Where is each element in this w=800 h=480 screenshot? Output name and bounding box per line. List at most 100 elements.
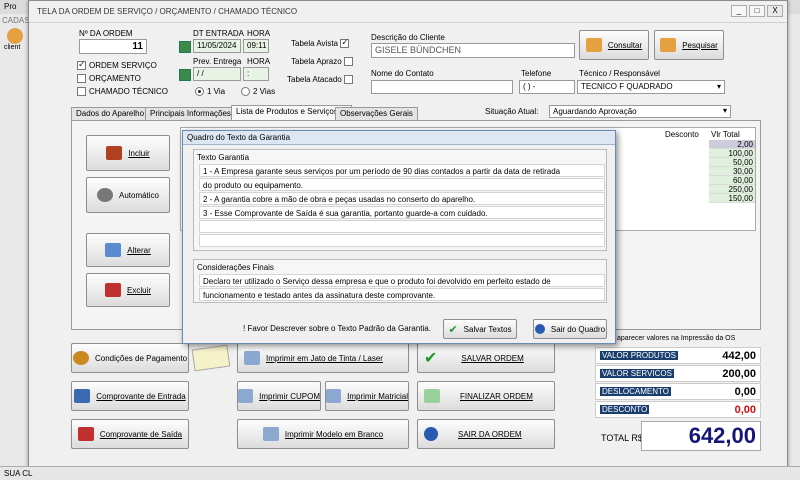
background-client-icon[interactable]: client [4,28,26,54]
save-texts-button[interactable]: ✔ Salvar Textos [443,319,517,339]
search-client-button[interactable]: Pesquisar [654,30,724,60]
via-one-radio[interactable]: 1 Via [195,87,225,97]
table-cell-total: 50,00 [709,158,755,167]
total-row-label: VALOR SERVICOS [600,369,674,378]
calendar-icon[interactable] [179,69,191,81]
tech-label: Técnico / Responsável [579,69,660,78]
save-order-button[interactable]: ✔ SALVAR ORDEM [417,343,555,373]
status-bar-text: SUA CL [4,469,33,478]
total-row-label: VALOR PRODUTOS [600,351,678,360]
table-cash-option[interactable]: Tabela Avista [291,37,352,49]
document-icon [74,389,91,403]
check-icon: ✔ [448,323,458,336]
minimize-button[interactable]: _ [731,5,747,17]
total-row-products: VALOR PRODUTOS 442,00 [595,347,761,364]
order-number-label: Nº DA ORDEM [79,29,133,38]
notepad-icon[interactable] [191,344,231,372]
print-inkjet-button[interactable]: Imprimir em Jato de Tinta / Laser [237,343,409,373]
coins-icon [72,351,89,365]
warranty-line[interactable]: 1 - A Empresa garante seus serviços por … [199,164,605,177]
tab-general-notes[interactable]: Observações Gerais [335,107,418,120]
phone-field[interactable]: ( ) - [519,80,575,94]
close-window-button[interactable]: X [767,5,783,17]
window-title: TELA DA ORDEM DE SERVIÇO / ORÇAMENTO / C… [37,7,298,16]
entry-time-field[interactable]: 09:11 [243,39,269,53]
automatic-button[interactable]: Automático [86,177,170,213]
include-button[interactable]: Incluir [86,135,170,171]
window-title-bar: TELA DA ORDEM DE SERVIÇO / ORÇAMENTO / C… [29,1,787,23]
client-desc-label: Descrição do Cliente [371,33,445,42]
grand-total-value: 642,00 [641,421,761,451]
table-cell-total: 2,00 [709,140,755,149]
prev-date-field[interactable]: / / [193,67,241,81]
prev-time-field[interactable]: : [243,67,269,81]
finish-order-button[interactable]: FINALIZAR ORDEM [417,381,555,411]
warranty-line[interactable] [199,220,605,233]
document-check-icon [424,389,440,403]
table-cell-total: 250,00 [709,185,755,194]
order-type-service[interactable]: ORDEM SERVIÇO [77,59,157,71]
total-row-value: 0,00 [734,386,756,398]
entry-receipt-button[interactable]: Comprovante de Entrada [71,381,189,411]
background-menu[interactable]: CADAS [2,16,30,25]
phone-label: Telefone [521,69,552,78]
delete-button[interactable]: Excluir [86,273,170,307]
card-delete-icon [104,283,121,297]
order-number-field[interactable]: 11 [79,39,147,54]
chevron-down-icon: ▾ [722,106,727,115]
dialog-title: Quadro do Texto da Garantia [183,131,615,145]
entry-date-field[interactable]: 11/05/2024 [193,39,241,53]
client-desc-field[interactable]: GISELE BÜNDCHEN [371,43,575,58]
exit-dialog-button[interactable]: Sair do Quadro [533,319,607,339]
exit-order-button[interactable]: SAIR DA ORDEM [417,419,555,449]
total-row-value: 442,00 [722,350,756,362]
prev-delivery-label: Prev. Entrega [193,57,242,66]
table-cell-total: 100,00 [709,149,755,158]
warranty-line[interactable] [199,234,605,247]
maximize-button[interactable]: □ [749,5,765,17]
entry-time-label: HORA [247,29,271,38]
exit-receipt-button[interactable]: Comprovante de Saída [71,419,189,449]
print-blank-model-button[interactable]: Imprimir Modelo em Branco [237,419,409,449]
warranty-line[interactable]: 3 - Esse Comprovante de Saída é sua gara… [199,206,605,219]
table-term-option[interactable]: Tabela Aprazo [291,57,356,67]
entry-date-label: DT ENTRADA [193,29,244,38]
background-title: Pro [4,2,17,11]
table-wholesale-option[interactable]: Tabela Atacado [287,75,356,85]
order-type-tech-call[interactable]: CHAMADO TÉCNICO [77,87,168,97]
situation-select[interactable]: Aguardando Aprovação ▾ [549,105,731,118]
total-row-value: 200,00 [722,368,756,380]
exit-icon [424,427,438,441]
order-type-budget[interactable]: ORÇAMENTO [77,74,141,84]
table-header-discount: Desconto [665,130,699,139]
exit-icon [534,324,545,334]
via-two-radio[interactable]: 2 Vias [241,87,275,97]
edit-button[interactable]: Alterar [86,233,170,267]
total-row-services: VALOR SERVICOS 200,00 [595,365,761,382]
final-line[interactable]: funcionamento e testado antes da assinat… [199,288,605,301]
total-row-discount[interactable]: DESCONTO 0,00 [595,401,761,418]
consult-button[interactable]: Consultar [579,30,649,60]
cart-icon [106,146,123,160]
warranty-label: Texto Garantia [197,153,250,162]
total-row-label: DESCONTO [600,405,650,414]
contact-label: Nome do Contato [371,69,434,78]
table-header-total: Vlr Total [711,130,740,139]
grand-total-label: TOTAL R$ [601,433,643,443]
calendar-icon[interactable] [179,41,191,53]
warranty-line[interactable]: do produto ou equipamento. [199,178,605,191]
printer-icon [244,351,260,365]
print-coupon-button[interactable]: Imprimir CUPOM [237,381,321,411]
warranty-line[interactable]: 2 - A garantia cobre a mão de obra e peç… [199,192,605,205]
print-values-note: aparecer valores na Impressão da OS [617,335,736,342]
final-line[interactable]: Declaro ter utilizado o Serviço dessa em… [199,274,605,287]
chevron-down-icon: ▾ [716,82,721,91]
print-matrix-button[interactable]: Imprimir Matricial [325,381,409,411]
status-bar: SUA CL [0,466,800,480]
table-cell-total: 150,00 [709,194,755,203]
total-row-value: 0,00 [734,404,756,416]
payment-conditions-button[interactable]: Condições de Pagamento [71,343,189,373]
tech-select[interactable]: TECNICO F QUADRADO ▾ [577,80,725,94]
total-row-displacement[interactable]: DESLOCAMENTO 0,00 [595,383,761,400]
contact-field[interactable] [371,80,513,94]
